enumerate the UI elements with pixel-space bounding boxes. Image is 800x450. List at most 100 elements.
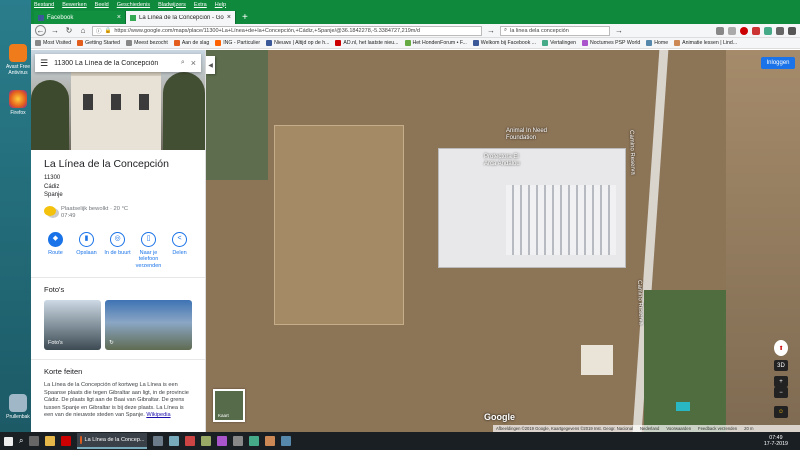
app-icon[interactable] (233, 436, 244, 446)
new-tab-button[interactable]: + (236, 12, 254, 24)
bookmark-item[interactable]: Vertalingen (542, 40, 576, 46)
facebook-icon (38, 14, 44, 21)
3d-toggle-button[interactable]: 3D (774, 360, 788, 371)
extension-icon[interactable] (752, 26, 760, 35)
hamburger-menu-icon[interactable]: ☰ (40, 58, 48, 69)
menu-item-history[interactable]: Geschiedenis (117, 2, 150, 8)
menu-item-bookmarks[interactable]: Bladwijzers (158, 2, 186, 8)
bookmark-item[interactable]: Nieuws | Altijd op de h... (266, 40, 329, 46)
app-icon[interactable] (249, 436, 260, 446)
maps-search-box[interactable]: ☰ 11300 La Línea de la Concepción ⌕ × (35, 54, 201, 72)
save-button[interactable]: ▮ Opslaan (71, 231, 102, 270)
sidebar-icon[interactable] (728, 26, 736, 35)
desktop-icon-label: Firefox (10, 110, 26, 116)
app-icon[interactable] (201, 436, 212, 446)
bookmark-item[interactable]: Animatie lessen | Lind... (674, 40, 737, 46)
taskbar-task-firefox[interactable]: La Línea de la Concep... (77, 433, 148, 449)
task-view-icon[interactable] (29, 436, 40, 446)
home-button[interactable]: ⌂ (78, 26, 88, 36)
bookmark-icon (646, 40, 653, 46)
url-go-icon[interactable]: → (486, 26, 496, 36)
system-clock[interactable]: 07:49 17-7-2019 (764, 435, 800, 447)
reload-button[interactable]: ↻ (64, 26, 74, 36)
facts-text: La Línea de la Concepción of kortweg La … (44, 382, 189, 419)
map-label-protectora[interactable]: Protectora El Arca Andalou (484, 154, 532, 167)
abp-icon[interactable] (740, 26, 748, 35)
search-go-icon[interactable]: → (614, 26, 624, 36)
map-pool (676, 402, 690, 411)
netflix-icon[interactable] (61, 436, 72, 446)
collapse-panel-button[interactable]: ◀ (206, 56, 215, 74)
search-icon[interactable]: ⌕ (181, 59, 185, 67)
map-footer: Afbeeldingen ©2019 Google, Kaartgegevens… (493, 425, 800, 432)
bookmark-item[interactable]: Welkom bij Facebook ... (472, 40, 536, 46)
photo-thumbnail-360[interactable]: ↻ (105, 300, 192, 350)
map-footer-feedback[interactable]: Feedback verzenden (698, 426, 737, 431)
tab-facebook[interactable]: Facebook × (34, 11, 126, 24)
menu-icon[interactable] (788, 26, 796, 35)
menu-item-file[interactable]: Bestand (34, 2, 54, 8)
map-label-animal[interactable]: Animal In Need Foundation (506, 128, 576, 141)
share-button[interactable]: < Delen (164, 231, 195, 270)
place-address-line: Spanje (44, 192, 63, 198)
close-icon[interactable]: × (117, 14, 121, 21)
url-bar[interactable]: ⓘ 🔒 https://www.google.com/maps/place/11… (92, 25, 482, 36)
menu-item-help[interactable]: Help (215, 2, 226, 8)
desktop-icon-firefox[interactable]: Firefox (4, 90, 32, 116)
photo-thumbnail[interactable]: Foto's (44, 300, 102, 350)
bookmark-item[interactable]: Getting Started (77, 40, 120, 46)
download-icon[interactable] (776, 26, 784, 35)
tab-maps[interactable]: La Línea de la Concepción - Go × (126, 11, 236, 24)
bookmark-icon (173, 40, 180, 46)
bookmark-item[interactable]: ING - Particulier (215, 40, 260, 46)
map-footer-terms[interactable]: Voorwaarden (666, 426, 691, 431)
desktop-icon-recycle[interactable]: Prullenbak (4, 394, 32, 420)
windows-start-icon[interactable] (4, 436, 13, 446)
send-to-phone-button[interactable]: ▯ Naar je telefoon verzenden (133, 231, 164, 270)
bookmark-item[interactable]: Meest bezocht (126, 40, 168, 46)
search-icon[interactable]: ⌕ (19, 436, 23, 446)
wikipedia-link[interactable]: Wikipedia (146, 412, 170, 418)
app-icon[interactable] (185, 436, 196, 446)
taskbar: ⌕ La Línea de la Concep... 07:49 17-7-20… (0, 432, 800, 450)
bookmark-item[interactable]: AD.nl, het laatste nieu... (335, 40, 399, 46)
app-icon[interactable] (169, 436, 180, 446)
bookmark-item[interactable]: Het HondenForum • F... (404, 40, 467, 46)
close-icon[interactable]: × (227, 14, 231, 21)
app-icon[interactable] (153, 436, 164, 446)
search-bar[interactable]: ⌕ la linea dela concepción (500, 25, 610, 36)
map-footer-country[interactable]: Nederland (640, 426, 659, 431)
login-button[interactable]: Inloggen (761, 57, 795, 69)
pegman-icon[interactable]: ☺ (774, 406, 788, 418)
map-type-toggle[interactable]: Kaart (213, 389, 245, 422)
maps-search-input[interactable]: 11300 La Línea de la Concepción (54, 60, 175, 67)
folder-icon[interactable] (45, 436, 56, 446)
menu-item-edit[interactable]: Bewerken (62, 2, 86, 8)
desktop-icon-avast[interactable]: Avast Free Antivirus (4, 44, 32, 76)
satellite-map[interactable]: Animal In Need Foundation Protectora El … (206, 50, 800, 432)
app-icon[interactable] (265, 436, 276, 446)
menu-item-view[interactable]: Beeld (95, 2, 109, 8)
app-icon[interactable] (281, 436, 292, 446)
app-icon[interactable] (217, 436, 228, 446)
zoom-in-button[interactable]: + (774, 376, 788, 387)
extension-icon-2[interactable] (764, 26, 772, 35)
partly-cloudy-icon (44, 205, 56, 216)
bookmarks-bar: Most Visited Getting Started Meest bezoc… (31, 38, 800, 49)
back-button[interactable]: ← (35, 25, 46, 36)
bookmark-item[interactable]: Aan de slag (173, 40, 209, 46)
close-icon[interactable]: × (191, 58, 196, 68)
library-icon[interactable] (716, 26, 724, 35)
route-button[interactable]: ◆ Route (40, 231, 71, 270)
weather-text: Plaatselijk bewolkt · 20 °C (61, 205, 129, 212)
menu-item-tools[interactable]: Extra (194, 2, 207, 8)
zoom-out-button[interactable]: − (774, 387, 788, 398)
bookmark-item[interactable]: Nocturnes PSP World (582, 40, 640, 46)
weather-time: 07:49 (61, 212, 76, 219)
compass-icon[interactable]: ⬆ (774, 340, 788, 356)
bookmark-item[interactable]: Most Visited (35, 40, 71, 46)
forward-button[interactable]: → (50, 26, 60, 36)
map-scale[interactable]: 20 m (744, 426, 753, 431)
nearby-button[interactable]: ◎ In de buurt (102, 231, 133, 270)
bookmark-item[interactable]: Home (646, 40, 668, 46)
